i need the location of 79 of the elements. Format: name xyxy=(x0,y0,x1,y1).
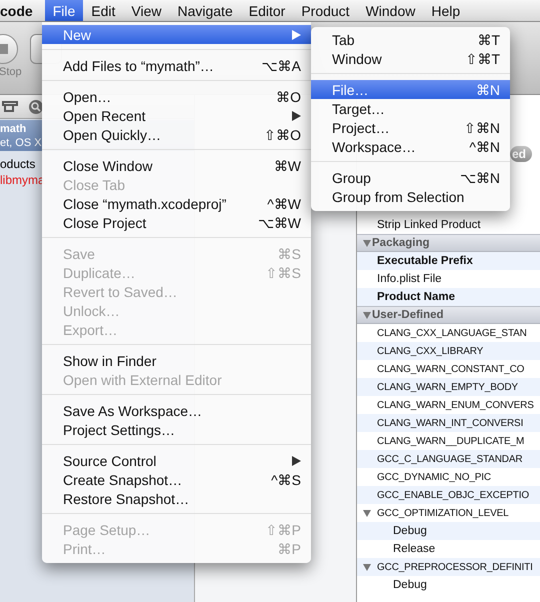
keyboard-shortcut: ⌘N xyxy=(476,82,500,98)
group-header: Packaging xyxy=(372,237,430,249)
menu-item[interactable]: Tab ⌘T xyxy=(311,30,510,49)
keyboard-shortcut: ⌘W xyxy=(274,158,301,174)
menu-item[interactable]: Save As Workspace… xyxy=(42,401,311,420)
menu-item[interactable]: Group from Selection xyxy=(311,187,510,206)
setting-name: Executable Prefix xyxy=(377,255,473,267)
menu-item[interactable]: Window ⇧⌘T xyxy=(311,49,510,68)
project-subtitle: et, OS X xyxy=(0,136,42,150)
menu-bar-item[interactable]: View xyxy=(123,0,170,21)
keyboard-shortcut: ^⌘S xyxy=(271,472,301,488)
disclosure-triangle-icon[interactable] xyxy=(363,239,371,247)
menu-bar-item[interactable]: Navigate xyxy=(169,0,241,21)
menu-item[interactable]: Project Settings… xyxy=(42,420,311,439)
menu-item[interactable]: Open Recent xyxy=(42,106,311,125)
configuration-name: Debug xyxy=(393,579,427,591)
menu-item[interactable]: Source Control xyxy=(42,451,311,470)
menu-item[interactable]: Close “mymath.xcodeproj” ^⌘W xyxy=(42,194,311,213)
menu-item[interactable]: Open Quickly… ⇧⌘O xyxy=(42,125,311,144)
menu-item[interactable]: Show in Finder xyxy=(42,351,311,370)
setting-name: GCC_ENABLE_OBJC_EXCEPTIO xyxy=(377,490,530,500)
keyboard-shortcut: ⌥⌘A xyxy=(262,58,301,74)
group-header: User-Defined xyxy=(372,309,444,321)
setting-name: CLANG_CXX_LIBRARY xyxy=(377,346,484,356)
menu-bar-item[interactable]: Product xyxy=(293,0,358,21)
keyboard-shortcut: ⌥⌘W xyxy=(258,214,301,230)
menu-bar-item[interactable]: Edit xyxy=(83,0,124,21)
search-icon[interactable] xyxy=(28,98,44,114)
menu-bar-item[interactable]: Window xyxy=(358,0,424,21)
menu-item[interactable]: Workspace… ^⌘N xyxy=(311,137,510,156)
navigator-item[interactable]: libmyma xyxy=(0,172,45,188)
setting-name: CLANG_CXX_LANGUAGE_STAN xyxy=(377,328,527,338)
setting-name: Product Name xyxy=(377,291,455,303)
menu-item[interactable]: Group ⌥⌘N xyxy=(311,168,510,187)
menu-bar-item[interactable]: Editor xyxy=(240,0,294,21)
keyboard-shortcut: ⇧⌘O xyxy=(264,126,301,142)
setting-name: CLANG_WARN_ENUM_CONVERS xyxy=(377,400,534,410)
menu-item[interactable]: Target… xyxy=(311,99,510,118)
menu-item[interactable]: Close Window ⌘W xyxy=(42,156,311,175)
setting-name: CLANG_WARN_INT_CONVERSI xyxy=(377,418,524,428)
menu-bar-item[interactable]: File xyxy=(44,0,84,21)
setting-name: Info.plist File xyxy=(377,273,442,285)
keyboard-shortcut: ⌘T xyxy=(477,32,500,48)
setting-name: CLANG_WARN__DUPLICATE_M xyxy=(377,436,524,446)
configuration-name: Debug xyxy=(393,525,427,537)
keyboard-shortcut: ⇧⌘P xyxy=(266,522,301,538)
hierarchy-icon[interactable] xyxy=(2,98,18,114)
keyboard-shortcut: ⌘P xyxy=(278,540,301,556)
menu-item[interactable]: Close Project ⌥⌘W xyxy=(42,213,311,232)
menu-bar-item[interactable]: Help xyxy=(423,0,468,21)
menu-item[interactable]: Add Files to “mymath”… ⌥⌘A xyxy=(42,56,311,75)
setting-name: Strip Linked Product xyxy=(377,219,481,231)
keyboard-shortcut: ⌘S xyxy=(278,246,301,262)
navigator-item[interactable]: oducts xyxy=(0,156,36,172)
app-menu[interactable]: code xyxy=(0,0,41,21)
keyboard-shortcut: ⇧⌘S xyxy=(266,264,301,280)
configuration-name: Release xyxy=(393,543,436,555)
keyboard-shortcut: ⇧⌘N xyxy=(464,120,500,136)
setting-name: CLANG_WARN_EMPTY_BODY xyxy=(377,382,518,392)
setting-name: GCC_PREPROCESSOR_DEFINITI xyxy=(377,562,533,572)
menu-item[interactable]: File… ⌘N xyxy=(311,80,510,99)
setting-name: GCC_OPTIMIZATION_LEVEL xyxy=(377,508,509,518)
menu-item[interactable]: Open… ⌘O xyxy=(42,87,311,106)
menu-item[interactable]: Create Snapshot… ^⌘S xyxy=(42,470,311,489)
menu-item[interactable]: Restore Snapshot… xyxy=(42,489,311,508)
keyboard-shortcut: ⌘O xyxy=(276,88,301,104)
keyboard-shortcut: ^⌘N xyxy=(469,138,500,154)
menu-item[interactable]: New xyxy=(42,25,311,44)
keyboard-shortcut: ^⌘W xyxy=(267,196,301,212)
menu-item[interactable]: Project… ⇧⌘N xyxy=(311,118,510,137)
setting-name: GCC_DYNAMIC_NO_PIC xyxy=(377,472,491,482)
keyboard-shortcut: ⇧⌘T xyxy=(465,50,500,66)
project-name: math xyxy=(0,122,26,136)
disclosure-triangle-icon[interactable] xyxy=(363,311,371,319)
keyboard-shortcut: ⌥⌘N xyxy=(460,170,500,186)
setting-name: GCC_C_LANGUAGE_STANDAR xyxy=(377,454,522,464)
disclosure-triangle-icon[interactable] xyxy=(363,563,371,571)
disclosure-triangle-icon[interactable] xyxy=(363,509,371,517)
setting-name: CLANG_WARN_CONSTANT_CO xyxy=(377,364,524,374)
